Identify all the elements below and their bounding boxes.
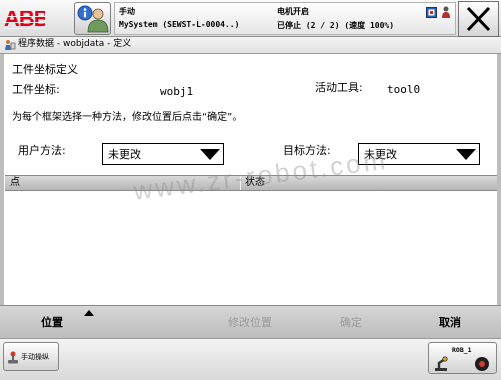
user-method-dropdown[interactable]: 未更改 — [102, 143, 224, 165]
command-bar: 位置 修改位置 确定 取消 — [0, 305, 501, 338]
workobject-label: 工件坐标: — [12, 83, 60, 96]
quickset-button[interactable]: ROB_1 — [428, 342, 497, 374]
position-menu-button[interactable]: 位置 — [2, 306, 102, 338]
motor-status: 电机开启 — [277, 7, 309, 16]
workobject-value: wobj1 — [160, 85, 194, 98]
status-bar: ABB 手动 MySystem (SEWST-L-0004..) 电机开启 已停… — [0, 0, 501, 37]
cancel-button[interactable]: 取消 — [400, 306, 500, 338]
robot-unit-icon — [435, 356, 448, 371]
modify-position-button[interactable]: 修改位置 — [200, 306, 300, 338]
cancel-label: 取消 — [439, 316, 461, 329]
operating-mode: 手动 — [119, 7, 135, 16]
user-lock-icon — [442, 6, 450, 18]
user-method-value: 未更改 — [108, 148, 141, 161]
close-icon — [466, 6, 491, 32]
points-table-body[interactable] — [5, 191, 497, 305]
jog-button[interactable]: 手动操纵 — [3, 342, 59, 371]
close-button[interactable] — [458, 1, 499, 37]
taskbar: 手动操纵 ROB_1 — [0, 338, 501, 380]
chevron-down-icon — [200, 149, 220, 160]
active-tool-label: 活动工具: — [315, 81, 363, 94]
mechanical-unit-label: ROB_1 — [452, 346, 472, 354]
page-title: 工件坐标定义 — [12, 63, 78, 76]
position-label: 位置 — [41, 316, 63, 329]
run-status: 已停止 (2 / 2) (速度 100%) — [277, 21, 395, 30]
modify-position-label: 修改位置 — [228, 316, 272, 329]
ok-button[interactable]: 确定 — [301, 306, 401, 338]
ok-label: 确定 — [340, 316, 362, 329]
system-name: MySystem (SEWST-L-0004..) — [119, 20, 240, 29]
jog-icon — [8, 351, 18, 364]
menu-up-arrow-icon — [84, 310, 94, 316]
instruction-text: 为每个框架选择一种方法，修改位置后点击“确定”。 — [12, 112, 243, 123]
jog-label: 手动操纵 — [21, 353, 49, 361]
operator-window-button[interactable] — [74, 2, 111, 35]
column-header-point[interactable]: 点 — [10, 178, 20, 188]
user-method-label: 用户方法: — [18, 144, 66, 157]
active-tool-value: tool0 — [387, 83, 421, 96]
speed-icon — [475, 357, 489, 371]
program-data-icon — [5, 40, 16, 50]
user-info-icon — [77, 5, 109, 33]
abb-menu-button[interactable]: ABB — [4, 5, 45, 32]
breadcrumb: 程序数据 - wobjdata - 定义 — [0, 37, 501, 54]
abb-logo: ABB — [4, 6, 45, 31]
io-window-icon — [426, 7, 437, 18]
chevron-down-icon — [456, 149, 476, 160]
breadcrumb-text: 程序数据 - wobjdata - 定义 — [18, 39, 132, 49]
